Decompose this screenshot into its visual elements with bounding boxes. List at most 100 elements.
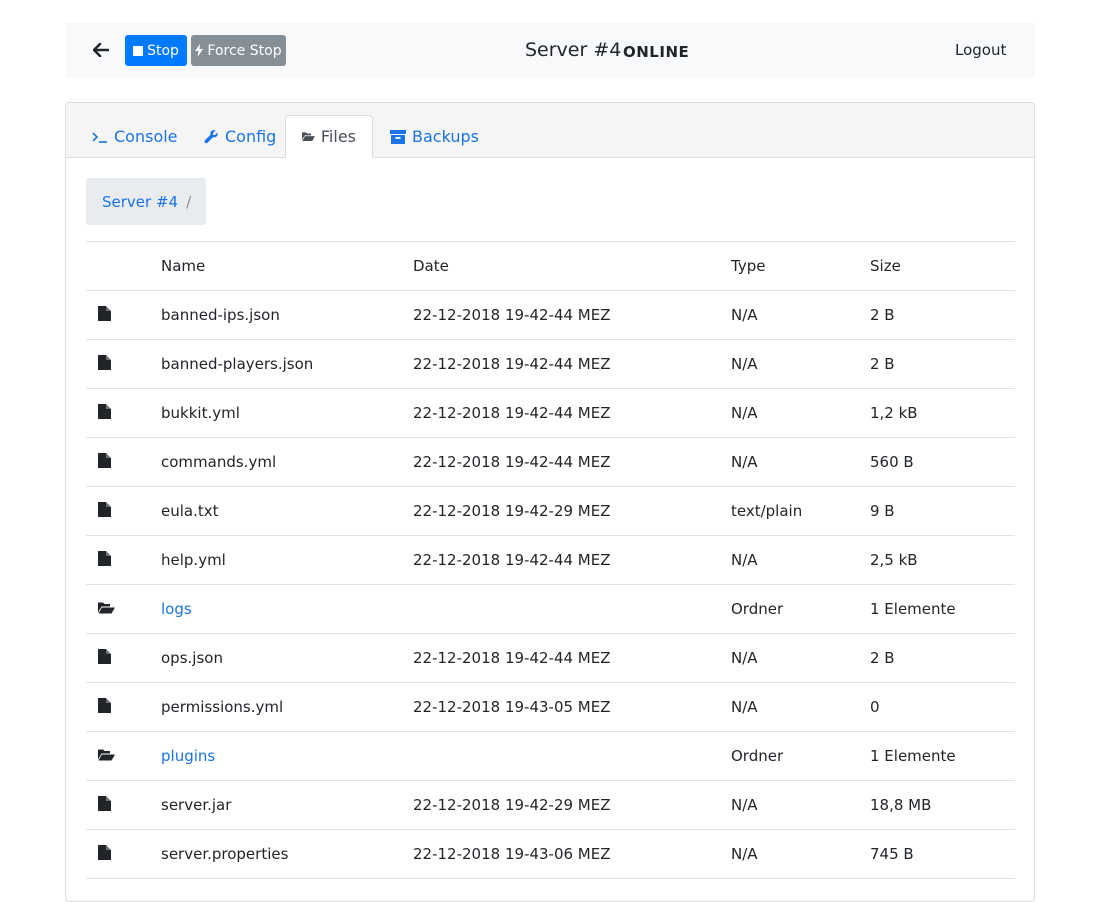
folder-open-icon [98, 600, 115, 618]
tab-console-label: Console [114, 127, 178, 146]
row-name-cell: plugins [161, 731, 413, 781]
bolt-icon [195, 44, 204, 57]
column-header-size: Size [870, 241, 1015, 291]
breadcrumb-root-link[interactable]: Server #4 [102, 193, 178, 211]
row-date-cell: 22-12-2018 19-42-44 MEZ [413, 339, 731, 389]
row-size-cell: 1 Elemente [870, 584, 1015, 634]
tab-backups-label: Backups [412, 127, 479, 146]
row-type-cell: N/A [731, 437, 870, 487]
row-type-cell: N/A [731, 290, 870, 340]
folder-link[interactable]: logs [161, 600, 192, 618]
tab-config[interactable]: Config [200, 116, 280, 157]
file-name: bukkit.yml [161, 404, 240, 422]
row-date-cell [413, 731, 731, 781]
file-name: permissions.yml [161, 698, 284, 716]
row-icon-cell [86, 388, 161, 438]
row-date-cell: 22-12-2018 19-43-06 MEZ [413, 829, 731, 879]
row-size-cell: 9 B [870, 486, 1015, 536]
files-card: Console Config Files Backups Server #4 /… [65, 102, 1035, 902]
file-icon [98, 403, 111, 423]
row-icon-cell [86, 535, 161, 585]
table-row[interactable]: logs Ordner 1 Elemente [86, 584, 1015, 634]
file-name: eula.txt [161, 502, 219, 520]
row-date-cell: 22-12-2018 19-42-44 MEZ [413, 388, 731, 438]
file-name: ops.json [161, 649, 223, 667]
file-table: Name Date Type Size banned-ips.json 22-12… [86, 241, 1015, 879]
table-row: banned-ips.json 22-12-2018 19-42-44 MEZ N/… [86, 290, 1015, 340]
server-title: Server #4 [525, 39, 622, 61]
table-header-row: Name Date Type Size [86, 241, 1015, 291]
wrench-icon [204, 130, 218, 144]
row-date-cell: 22-12-2018 19-42-44 MEZ [413, 535, 731, 585]
row-icon-cell [86, 486, 161, 536]
file-name: server.jar [161, 796, 232, 814]
row-type-cell: Ordner [731, 731, 870, 781]
row-date-cell: 22-12-2018 19-42-44 MEZ [413, 290, 731, 340]
file-name: help.yml [161, 551, 226, 569]
file-name: commands.yml [161, 453, 277, 471]
row-name-cell: logs [161, 584, 413, 634]
folder-open-icon [98, 747, 115, 765]
table-row: bukkit.yml 22-12-2018 19-42-44 MEZ N/A 1,2 … [86, 388, 1015, 438]
table-row: commands.yml 22-12-2018 19-42-44 MEZ N/A 56… [86, 437, 1015, 487]
row-size-cell: 2 B [870, 290, 1015, 340]
file-icon [98, 354, 111, 374]
row-date-cell: 22-12-2018 19-42-29 MEZ [413, 780, 731, 830]
file-icon [98, 550, 111, 570]
row-name-cell: server.properties [161, 829, 413, 879]
terminal-icon [92, 131, 107, 143]
file-icon [98, 844, 111, 864]
row-name-cell: ops.json [161, 633, 413, 683]
column-header-type: Type [731, 241, 870, 291]
tab-files-label: Files [320, 127, 356, 146]
breadcrumb-separator: / [186, 192, 192, 211]
row-size-cell: 745 B [870, 829, 1015, 879]
row-type-cell: N/A [731, 633, 870, 683]
table-row[interactable]: plugins Ordner 1 Elemente [86, 731, 1015, 781]
breadcrumb: Server #4 / [86, 178, 206, 225]
row-type-cell: Ordner [731, 584, 870, 634]
force-stop-button[interactable]: Force Stop [191, 35, 286, 66]
archive-icon [390, 129, 406, 144]
row-name-cell: bukkit.yml [161, 388, 413, 438]
file-name: banned-ips.json [161, 306, 280, 324]
file-icon [98, 305, 111, 325]
row-icon-cell [86, 339, 161, 389]
row-date-cell [413, 584, 731, 634]
tab-config-label: Config [225, 127, 277, 146]
row-date-cell: 22-12-2018 19-42-29 MEZ [413, 486, 731, 536]
tab-console[interactable]: Console [88, 116, 182, 157]
row-size-cell: 2 B [870, 339, 1015, 389]
row-size-cell: 1 Elemente [870, 731, 1015, 781]
tab-backups[interactable]: Backups [386, 116, 483, 157]
row-icon-cell [86, 290, 161, 340]
row-size-cell: 2 B [870, 633, 1015, 683]
row-size-cell: 0 [870, 682, 1015, 732]
row-name-cell: server.jar [161, 780, 413, 830]
column-header-date: Date [413, 241, 731, 291]
row-date-cell: 22-12-2018 19-42-44 MEZ [413, 437, 731, 487]
row-icon-cell [86, 682, 161, 732]
back-arrow-icon[interactable] [87, 38, 115, 62]
folder-link[interactable]: plugins [161, 747, 215, 765]
stop-square-icon [133, 45, 144, 56]
folder-open-icon [302, 132, 315, 142]
row-type-cell: N/A [731, 780, 870, 830]
tab-bar: Console Config Files Backups [66, 103, 1034, 158]
row-icon-cell [86, 633, 161, 683]
row-type-cell: N/A [731, 535, 870, 585]
row-type-cell: N/A [731, 682, 870, 732]
row-type-cell: text/plain [731, 486, 870, 536]
column-header-icon [86, 241, 161, 291]
file-name: banned-players.json [161, 355, 314, 373]
tab-files[interactable]: Files [285, 115, 373, 158]
file-icon [98, 795, 111, 815]
table-row: eula.txt 22-12-2018 19-42-29 MEZ text/plai… [86, 486, 1015, 536]
row-icon-cell [86, 829, 161, 879]
stop-button[interactable]: Stop [125, 35, 187, 66]
row-type-cell: N/A [731, 388, 870, 438]
row-name-cell: commands.yml [161, 437, 413, 487]
force-stop-button-label: Force Stop [207, 42, 282, 59]
status-badge: ONLINE [623, 43, 690, 61]
logout-link[interactable]: Logout [955, 41, 1006, 59]
